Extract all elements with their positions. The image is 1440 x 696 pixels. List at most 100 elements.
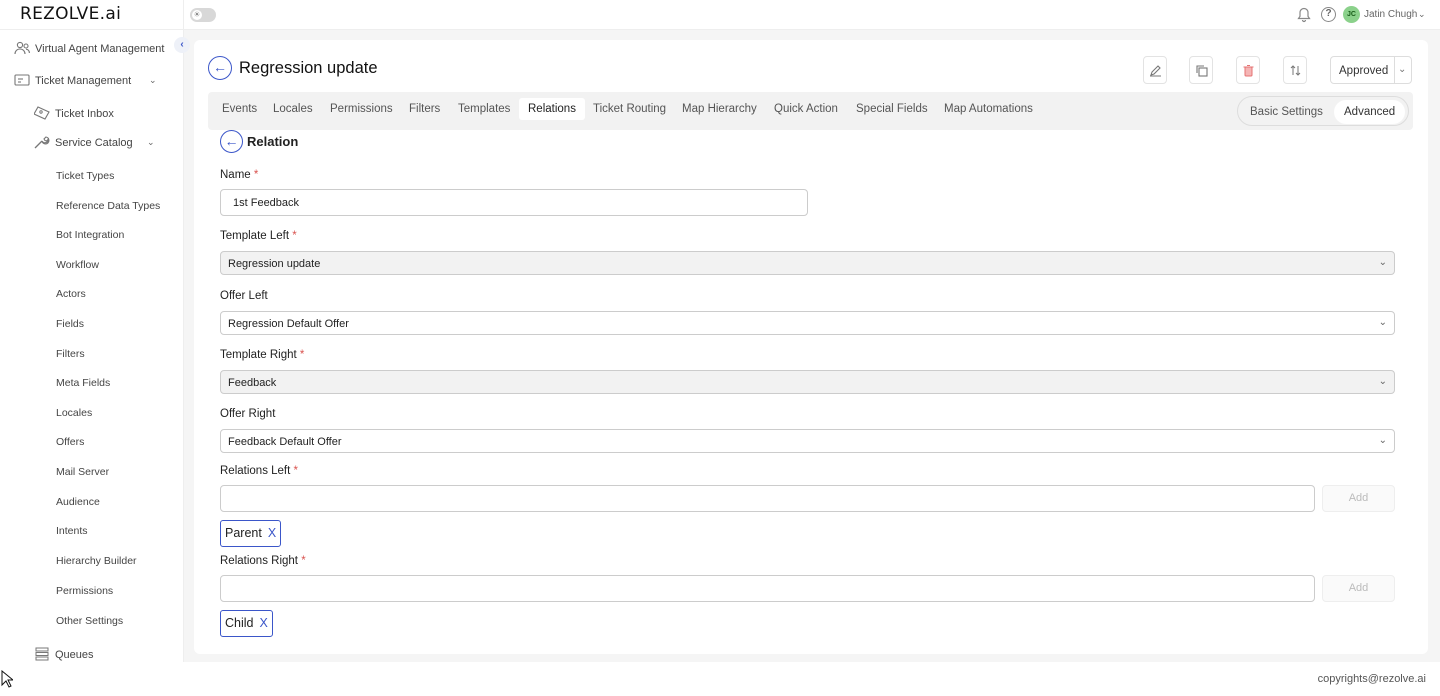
- relations-right-add-button[interactable]: Add: [1322, 575, 1395, 602]
- chevron-down-icon[interactable]: ⌄: [1379, 376, 1387, 387]
- relations-right-label: Relations Right *: [220, 555, 306, 567]
- status-dropdown[interactable]: Approved ⌄: [1330, 56, 1412, 84]
- sidebar-item-mail-server[interactable]: Mail Server: [56, 466, 109, 478]
- back-arrow-icon[interactable]: ←: [208, 56, 232, 80]
- name-label: Name *: [220, 169, 258, 181]
- sidebar-item-meta-fields[interactable]: Meta Fields: [56, 377, 110, 389]
- basic-settings-option[interactable]: Basic Settings: [1250, 106, 1323, 118]
- tab-ticket-routing[interactable]: Ticket Routing: [593, 103, 666, 115]
- relations-left-add-button[interactable]: Add: [1322, 485, 1395, 512]
- wrench-icon: [34, 136, 50, 149]
- offer-left-select[interactable]: Regression Default Offer ⌄: [220, 311, 1395, 335]
- sidebar-item-reference-data-types[interactable]: Reference Data Types: [56, 200, 160, 212]
- collapse-sidebar-chevron-left-icon[interactable]: ‹: [174, 37, 190, 53]
- relations-right-label-text: Relations Right: [220, 555, 298, 567]
- relation-chip-child: Child X: [220, 610, 273, 637]
- sidebar-item-audience[interactable]: Audience: [56, 496, 100, 508]
- tab-locales[interactable]: Locales: [273, 103, 313, 115]
- required-mark: *: [292, 230, 297, 242]
- copy-icon[interactable]: [1189, 56, 1213, 84]
- chevron-down-icon[interactable]: ⌄: [1379, 257, 1387, 268]
- remove-chip-icon[interactable]: X: [268, 526, 276, 540]
- topbar-divider: [183, 0, 184, 30]
- sidebar-item-other-settings[interactable]: Other Settings: [56, 615, 123, 627]
- sidebar-item-service-catalog[interactable]: Service Catalog: [55, 137, 133, 149]
- avatar[interactable]: JC: [1343, 6, 1360, 23]
- page-title: Regression update: [239, 59, 378, 77]
- sidebar-item-intents[interactable]: Intents: [56, 525, 88, 537]
- chip-label: Child: [225, 616, 254, 630]
- chip-label: Parent: [225, 526, 262, 540]
- sidebar-item-bot-integration[interactable]: Bot Integration: [56, 229, 124, 241]
- required-mark: *: [301, 555, 306, 567]
- chevron-down-icon[interactable]: ⌄: [1418, 9, 1426, 20]
- tab-permissions[interactable]: Permissions: [330, 103, 393, 115]
- tab-events[interactable]: Events: [222, 103, 257, 115]
- template-right-select[interactable]: Feedback ⌄: [220, 370, 1395, 394]
- sort-icon[interactable]: [1283, 56, 1307, 84]
- sidebar-item-actors[interactable]: Actors: [56, 288, 86, 300]
- advanced-option[interactable]: Advanced: [1334, 100, 1406, 124]
- relations-left-label: Relations Left *: [220, 465, 298, 477]
- section-title: Relation: [247, 134, 299, 149]
- tab-special-fields[interactable]: Special Fields: [856, 103, 928, 115]
- template-left-label: Template Left *: [220, 230, 297, 242]
- people-icon: [14, 41, 30, 55]
- settings-mode-toggle: Basic Settings Advanced: [1237, 96, 1409, 126]
- chevron-down-icon[interactable]: ⌄: [149, 75, 157, 86]
- sidebar-item-queues[interactable]: Queues: [55, 649, 94, 661]
- chevron-down-icon[interactable]: ⌄: [147, 137, 155, 148]
- tab-templates[interactable]: Templates: [458, 103, 510, 115]
- ticket-icon: [34, 106, 50, 120]
- ticket-management-icon: [14, 74, 30, 86]
- sidebar-item-permissions[interactable]: Permissions: [56, 585, 113, 597]
- sidebar-item-fields[interactable]: Fields: [56, 318, 84, 330]
- mouse-cursor-icon: [1, 670, 13, 688]
- sidebar-item-ticket-inbox[interactable]: Ticket Inbox: [55, 108, 114, 120]
- sidebar-item-virtual-agent-management[interactable]: Virtual Agent Management: [35, 43, 164, 55]
- help-icon[interactable]: ?: [1321, 7, 1336, 22]
- offer-right-label: Offer Right: [220, 408, 276, 420]
- sidebar-item-hierarchy-builder[interactable]: Hierarchy Builder: [56, 555, 137, 567]
- offer-right-value: Feedback Default Offer: [228, 436, 342, 448]
- relations-left-label-text: Relations Left: [220, 465, 291, 477]
- tab-filters[interactable]: Filters: [409, 103, 440, 115]
- chevron-down-icon[interactable]: ⌄: [1379, 317, 1387, 328]
- template-right-label-text: Template Right: [220, 349, 297, 361]
- required-mark: *: [293, 465, 299, 477]
- edit-icon[interactable]: [1143, 56, 1167, 84]
- sidebar-item-filters[interactable]: Filters: [56, 348, 85, 360]
- offer-left-value: Regression Default Offer: [228, 318, 349, 330]
- sidebar-item-workflow[interactable]: Workflow: [56, 259, 99, 271]
- status-divider: [1394, 57, 1395, 83]
- delete-icon[interactable]: [1236, 56, 1260, 84]
- offer-left-label: Offer Left: [220, 290, 268, 302]
- back-arrow-icon[interactable]: ←: [220, 130, 243, 153]
- name-input[interactable]: 1st Feedback: [220, 189, 808, 216]
- sidebar-item-ticket-management[interactable]: Ticket Management: [35, 75, 131, 87]
- chevron-down-icon[interactable]: ⌄: [1398, 64, 1406, 75]
- status-label: Approved: [1339, 65, 1389, 77]
- tab-relations[interactable]: Relations: [519, 98, 585, 120]
- template-left-select[interactable]: Regression update ⌄: [220, 251, 1395, 275]
- sidebar-item-ticket-types[interactable]: Ticket Types: [56, 170, 114, 182]
- template-left-label-text: Template Left: [220, 230, 290, 242]
- chevron-down-icon[interactable]: ⌄: [1379, 435, 1387, 446]
- remove-chip-icon[interactable]: X: [260, 616, 268, 630]
- rezolve-logo[interactable]: REZOLVE.ai: [20, 4, 121, 24]
- name-label-text: Name: [220, 169, 251, 181]
- tab-map-hierarchy[interactable]: Map Hierarchy: [682, 103, 757, 115]
- tab-quick-action[interactable]: Quick Action: [774, 103, 838, 115]
- bell-icon[interactable]: [1297, 7, 1311, 23]
- relations-right-input[interactable]: [220, 575, 1315, 602]
- template-right-label: Template Right *: [220, 349, 304, 361]
- tab-map-automations[interactable]: Map Automations: [944, 103, 1033, 115]
- relation-chip-parent: Parent X: [220, 520, 282, 547]
- username[interactable]: Jatin Chugh: [1364, 9, 1417, 20]
- queues-icon: [35, 647, 49, 661]
- relations-left-input[interactable]: [220, 485, 1315, 512]
- offer-right-select[interactable]: Feedback Default Offer ⌄: [220, 429, 1395, 453]
- sidebar-item-locales[interactable]: Locales: [56, 407, 92, 419]
- theme-toggle[interactable]: ☀: [190, 8, 216, 22]
- sidebar-item-offers[interactable]: Offers: [56, 436, 84, 448]
